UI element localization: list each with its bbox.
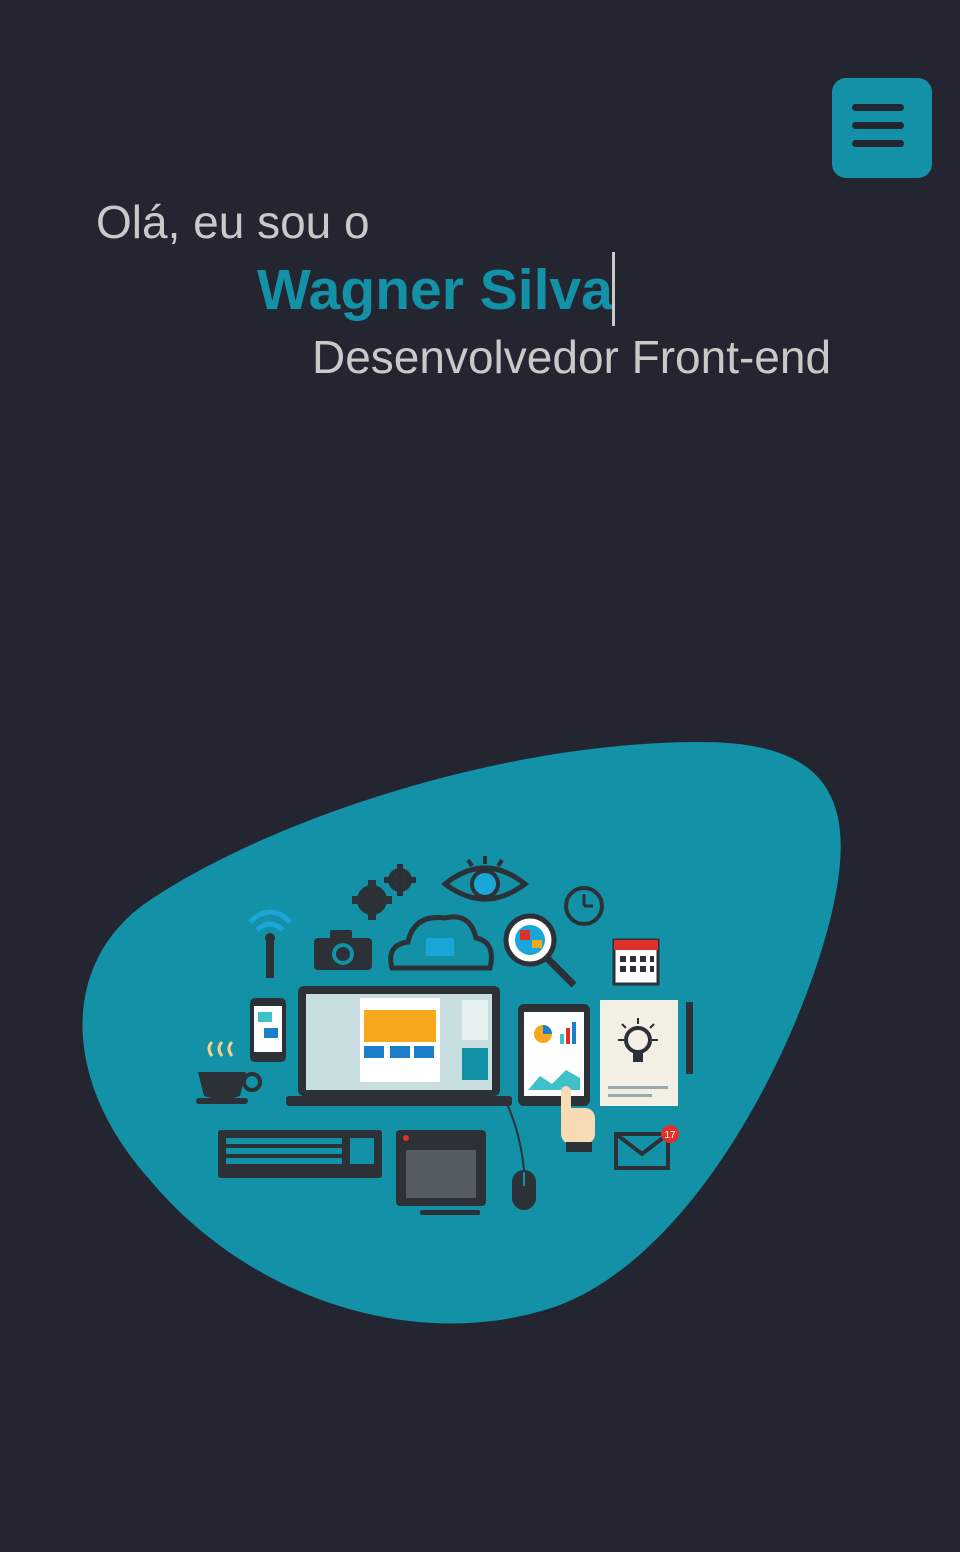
hero-name: Wagner Silva [257,258,613,322]
phone-icon [250,998,286,1062]
hamburger-icon-bar-top [852,104,904,111]
mail-badge-count: 17 [664,1130,676,1141]
laptop-icon [286,986,512,1106]
hero-illustration: 17 [82,742,841,1324]
typing-caret [612,252,615,326]
drawing-tablet-icon [396,1130,486,1215]
hamburger-icon-bar-middle [852,122,904,129]
tablet-chart-icon [518,1004,590,1106]
calendar-icon [612,938,660,986]
hero-role: Desenvolvedor Front-end [312,331,832,383]
hero-greeting: Olá, eu sou o [96,196,370,248]
menu-button[interactable] [832,78,932,178]
hamburger-icon-bar-bottom [852,140,904,147]
keyboard-icon [218,1130,382,1178]
